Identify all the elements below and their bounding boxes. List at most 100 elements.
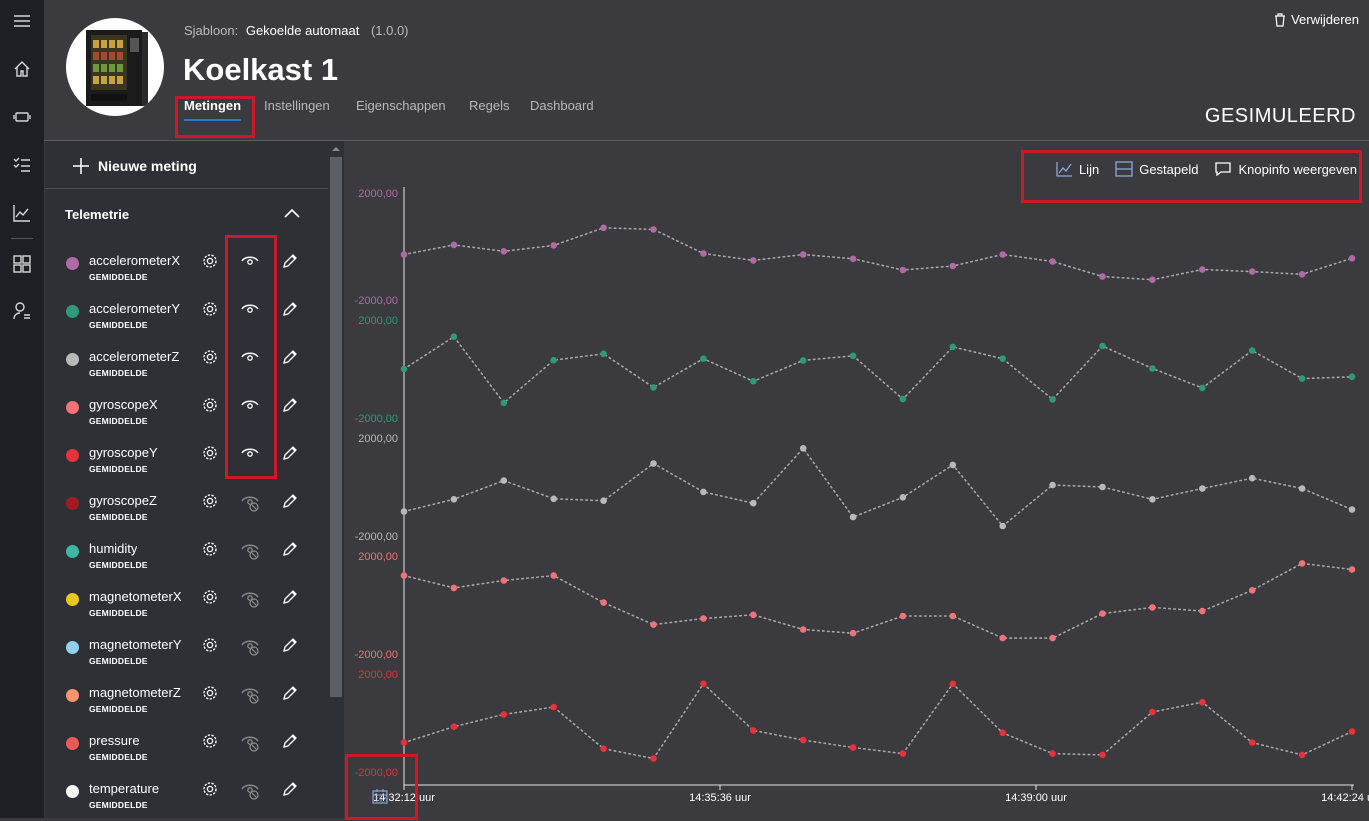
data-point-gyroscopeX — [799, 626, 807, 633]
measurement-aggregation: GEMIDDELDE — [89, 608, 148, 618]
measurement-row[interactable]: accelerometerZ GEMIDDELDE — [45, 345, 328, 389]
measurement-row[interactable]: magnetometerX GEMIDDELDE — [45, 585, 328, 629]
tab-instellingen[interactable]: Instellingen — [264, 98, 330, 113]
data-point-accelerometerY — [650, 384, 657, 391]
simulated-status: GESIMULEERD — [1204, 105, 1356, 127]
measurement-row[interactable]: humidity GEMIDDELDE — [45, 537, 328, 581]
panel-scrollbar[interactable] — [328, 141, 344, 818]
series-color-dot — [66, 257, 79, 270]
user-icon[interactable] — [11, 300, 33, 322]
pencil-icon[interactable] — [281, 492, 299, 510]
eye-hidden-icon[interactable] — [240, 540, 262, 560]
data-point-accelerometerY — [1149, 365, 1156, 372]
measurement-row[interactable]: magnetometerY GEMIDDELDE — [45, 633, 328, 677]
menu-icon[interactable] — [11, 10, 33, 32]
measurement-name: gyroscopeY — [89, 445, 158, 460]
scrollbar-thumb[interactable] — [330, 157, 342, 697]
analytics-icon[interactable] — [11, 202, 33, 224]
dashboard-grid-icon[interactable] — [11, 253, 33, 275]
y-tick-label-max: 2000,00 — [358, 551, 398, 563]
new-measurement-button[interactable]: Nieuwe meting — [72, 157, 197, 175]
data-point-gyroscopeY — [1248, 739, 1256, 746]
series-color-dot — [66, 641, 79, 654]
measurement-row[interactable]: pressure GEMIDDELDE — [45, 729, 328, 773]
measurement-name: pressure — [89, 733, 140, 748]
eye-hidden-icon[interactable] — [240, 588, 262, 608]
measurement-row[interactable]: accelerometerX GEMIDDELDE — [45, 249, 328, 293]
pencil-icon[interactable] — [281, 732, 299, 750]
measurement-row[interactable]: gyroscopeX GEMIDDELDE — [45, 393, 328, 437]
tasks-icon[interactable] — [11, 153, 33, 175]
home-icon[interactable] — [11, 58, 33, 80]
pencil-icon[interactable] — [281, 636, 299, 654]
tab-dashboard[interactable]: Dashboard — [530, 98, 594, 113]
data-point-accelerometerY — [450, 333, 458, 340]
gear-icon[interactable] — [201, 588, 219, 606]
gear-icon[interactable] — [201, 396, 219, 414]
pencil-icon[interactable] — [281, 444, 299, 462]
pencil-icon[interactable] — [281, 684, 299, 702]
measurement-row[interactable]: accelerometerY GEMIDDELDE — [45, 297, 328, 341]
gear-icon[interactable] — [201, 636, 219, 654]
measurement-row[interactable]: gyroscopeZ GEMIDDELDE — [45, 489, 328, 533]
measurement-row[interactable]: magnetometerZ GEMIDDELDE — [45, 681, 328, 725]
gear-icon[interactable] — [201, 300, 219, 318]
tab-eigenschappen[interactable]: Eigenschappen — [356, 98, 446, 113]
pencil-icon[interactable] — [281, 588, 299, 606]
measurement-aggregation: GEMIDDELDE — [89, 368, 148, 378]
chevron-up-icon[interactable] — [283, 207, 301, 221]
measurement-name: magnetometerX — [89, 589, 182, 604]
measurement-aggregation: GEMIDDELDE — [89, 800, 148, 810]
devices-icon[interactable] — [11, 106, 33, 128]
template-name[interactable]: Gekoelde automaat — [246, 23, 359, 38]
data-point-accelerometerY — [750, 378, 757, 385]
eye-hidden-icon[interactable] — [240, 636, 262, 656]
eye-hidden-icon[interactable] — [240, 492, 262, 512]
delete-button[interactable]: Verwijderen — [1274, 12, 1359, 27]
pencil-icon[interactable] — [281, 540, 299, 558]
highlight-toolbar-box — [1021, 150, 1362, 203]
data-point-accelerometerY — [849, 352, 857, 360]
measurement-row[interactable]: temperature GEMIDDELDE — [45, 777, 328, 821]
data-point-accelerometerX — [899, 266, 907, 274]
pencil-icon[interactable] — [281, 300, 299, 318]
gear-icon[interactable] — [201, 780, 219, 798]
data-point-accelerometerX — [849, 255, 857, 263]
gear-icon[interactable] — [201, 732, 219, 750]
y-tick-label-max: 2000,00 — [358, 669, 398, 681]
eye-hidden-icon[interactable] — [240, 780, 262, 800]
eye-hidden-icon[interactable] — [240, 684, 262, 704]
gear-icon[interactable] — [201, 684, 219, 702]
measurement-aggregation: GEMIDDELDE — [89, 464, 148, 474]
data-point-gyroscopeY — [450, 723, 458, 730]
pencil-icon[interactable] — [281, 252, 299, 270]
data-point-accelerometerZ — [1049, 481, 1056, 489]
scroll-up-arrow-icon[interactable] — [328, 143, 344, 155]
data-point-accelerometerY — [949, 343, 957, 351]
data-point-gyroscopeX — [1049, 634, 1056, 642]
pencil-icon[interactable] — [281, 396, 299, 414]
data-point-accelerometerZ — [450, 496, 458, 503]
eye-hidden-icon[interactable] — [240, 732, 262, 752]
gear-icon[interactable] — [201, 252, 219, 270]
data-point-accelerometerY — [1298, 375, 1306, 382]
data-point-gyroscopeY — [550, 703, 557, 711]
gear-icon[interactable] — [201, 444, 219, 462]
highlight-visibility-box — [225, 235, 277, 479]
pencil-icon[interactable] — [281, 780, 299, 798]
data-point-accelerometerY — [899, 395, 907, 403]
data-point-gyroscopeX — [849, 629, 857, 637]
gear-icon[interactable] — [201, 348, 219, 366]
gear-icon[interactable] — [201, 540, 219, 558]
measurement-row[interactable]: gyroscopeY GEMIDDELDE — [45, 441, 328, 485]
series-line-accelerometerY — [403, 335, 1353, 404]
data-point-accelerometerY — [550, 356, 557, 364]
y-tick-label-min: -2000,00 — [355, 413, 398, 425]
gear-icon[interactable] — [201, 492, 219, 510]
pencil-icon[interactable] — [281, 348, 299, 366]
data-point-gyroscopeY — [1298, 751, 1306, 759]
measurement-name: accelerometerX — [89, 253, 181, 268]
data-point-accelerometerZ — [1348, 506, 1356, 513]
y-tick-label-max: 2000,00 — [358, 315, 398, 327]
tab-regels[interactable]: Regels — [469, 98, 509, 113]
